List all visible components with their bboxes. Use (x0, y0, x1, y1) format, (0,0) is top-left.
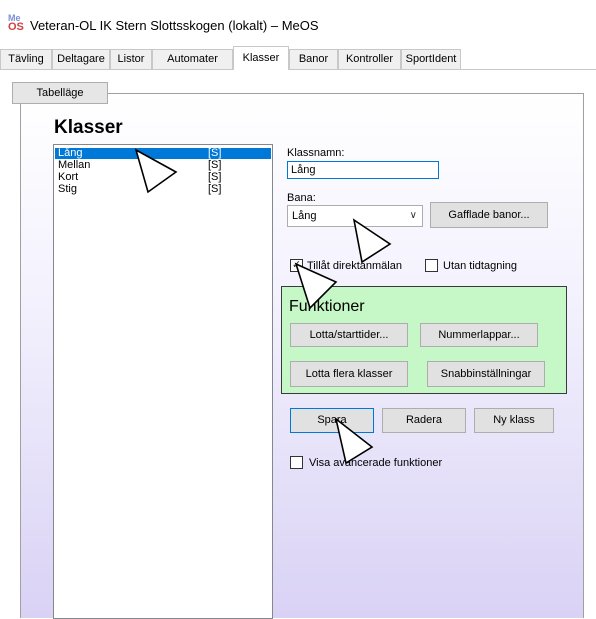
class-tag: [S] (208, 183, 222, 195)
list-item[interactable]: Lång [S] (55, 148, 271, 159)
allow-direct-entry-checkbox[interactable]: ✓ (290, 259, 303, 272)
list-item[interactable]: Mellan [S] (55, 160, 271, 171)
bib-numbers-button[interactable]: Nummerlappar... (420, 323, 538, 347)
class-listbox[interactable]: Lång [S] Mellan [S] Kort [S] Stig [S] (53, 144, 273, 619)
meos-app-icon: Me OS (8, 14, 26, 34)
tab-strip-baseline (0, 69, 596, 70)
app-icon-bottom-text: OS (8, 21, 24, 33)
save-button[interactable]: Spara (290, 408, 374, 433)
functions-title: Funktioner (289, 298, 365, 315)
list-item[interactable]: Stig [S] (55, 184, 271, 195)
no-timing-label: Utan tidtagning (443, 260, 517, 272)
tab-banor[interactable]: Banor (289, 49, 338, 69)
draw-start-times-button[interactable]: Lotta/starttider... (290, 323, 408, 347)
show-advanced-label: Visa avancerade funktioner (309, 457, 443, 469)
chevron-down-icon: ∨ (409, 210, 417, 221)
class-tag: [S] (208, 159, 222, 171)
class-tag: [S] (208, 171, 222, 183)
tab-tavling[interactable]: Tävling (0, 49, 52, 69)
tab-sportident[interactable]: SportIdent (401, 49, 461, 69)
window-title: Veteran-OL IK Stern Slottsskogen (lokalt… (30, 18, 319, 33)
main-tab-strip: Tävling Deltagare Listor Automater Banor… (0, 49, 596, 69)
no-timing-checkbox[interactable] (425, 259, 438, 272)
show-advanced-checkbox[interactable] (290, 456, 303, 469)
course-select[interactable]: Lång ∨ (287, 205, 423, 227)
delete-button[interactable]: Radera (382, 408, 466, 433)
page-title: Klasser (54, 117, 123, 138)
class-name: Mellan (58, 159, 91, 171)
class-name: Lång (58, 147, 83, 159)
course-label: Bana: (287, 192, 316, 204)
class-tag: [S] (208, 147, 222, 159)
class-name-input[interactable]: Lång (287, 161, 439, 179)
forked-courses-button[interactable]: Gafflade banor... (430, 202, 548, 228)
tab-deltagare[interactable]: Deltagare (52, 49, 110, 69)
tab-klasser[interactable]: Klasser (233, 46, 289, 70)
allow-direct-entry-label: Tillåt direktanmälan (307, 260, 402, 272)
title-bar: Me OS Veteran-OL IK Stern Slottsskogen (… (0, 0, 596, 46)
tab-listor[interactable]: Listor (110, 49, 152, 69)
quick-settings-button[interactable]: Snabbinställningar (427, 361, 545, 387)
table-mode-button[interactable]: Tabelläge (12, 82, 108, 104)
class-name: Stig (58, 183, 77, 195)
draw-multiple-classes-button[interactable]: Lotta flera klasser (290, 361, 408, 387)
new-class-button[interactable]: Ny klass (474, 408, 554, 433)
list-item[interactable]: Kort [S] (55, 172, 271, 183)
course-select-value: Lång (292, 210, 317, 222)
class-name-label: Klassnamn: (287, 147, 345, 159)
class-name: Kort (58, 171, 79, 183)
tab-automater[interactable]: Automater (152, 49, 233, 69)
tab-kontroller[interactable]: Kontroller (338, 49, 401, 69)
